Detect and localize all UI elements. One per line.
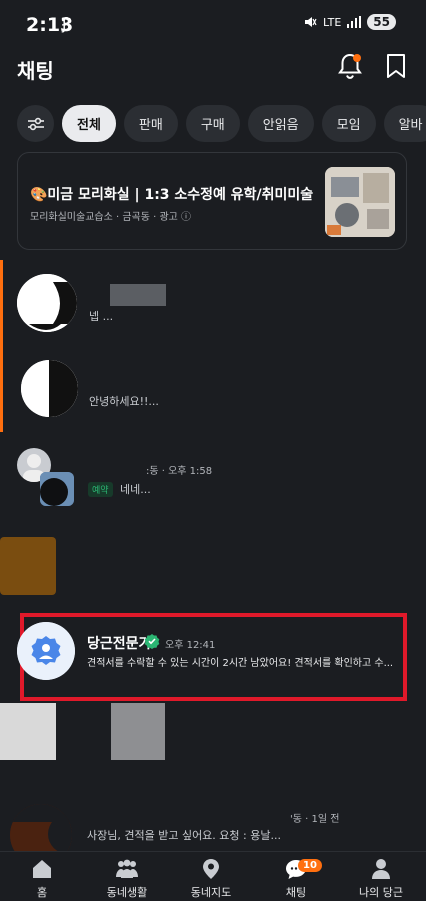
chat-meta: '동 · 1일 전: [290, 814, 340, 825]
chat-message: 견적서를 수락할 수 있는 시간이 2시간 남았어요! 견적서를 확인하고 수.…: [87, 658, 394, 669]
chat-message: 안녕하세요!!...: [89, 395, 159, 408]
signal-icon: [347, 16, 362, 28]
nav-label: 동네지도: [190, 886, 232, 899]
nav-label: 홈: [36, 886, 48, 899]
chip-buy[interactable]: 구매: [185, 105, 240, 142]
mute-icon: [305, 17, 317, 27]
map-pin-icon: [203, 859, 219, 879]
notification-app-icon: ʄ: [62, 14, 68, 33]
chip-all[interactable]: 전체: [62, 105, 116, 142]
ad-title: 🎨미금 모리화실 | 1:3 소수정예 유학/취미미술: [30, 187, 314, 203]
chat-message: 네네...: [120, 483, 151, 496]
bottom-nav: 홈 동네생활 동네지도 10 채팅 나의 당근: [0, 851, 426, 901]
item-thumbnail: [40, 472, 74, 506]
nav-label: 동네생활: [106, 886, 148, 899]
blurred-thumbnail: [0, 537, 56, 595]
chat-row[interactable]: 넵 ...: [0, 262, 426, 342]
filter-chips: 전체 판매 구매 안읽음 모임 알바: [17, 105, 426, 142]
chat-unread-badge: 10: [298, 859, 322, 872]
redacted-name: [110, 284, 166, 306]
chip-sell[interactable]: 판매: [123, 105, 178, 142]
chip-meetup[interactable]: 모임: [321, 105, 376, 142]
bookmark-icon[interactable]: [383, 52, 409, 80]
nav-map[interactable]: 동네지도: [171, 857, 251, 901]
verified-icon: [144, 634, 160, 649]
notification-dot: [353, 54, 361, 62]
chat-row[interactable]: :동 · 오후 1:58 예약 네네...: [0, 445, 426, 511]
home-icon: [33, 860, 51, 878]
page-title: 채팅: [17, 59, 54, 83]
chip-parttime[interactable]: 알바: [383, 105, 426, 142]
chip-unread[interactable]: 안읽음: [247, 105, 314, 142]
sliders-icon: [27, 117, 44, 130]
ad-thumbnail: [325, 167, 395, 237]
blurred-thumbnail: [111, 703, 165, 760]
ad-subtitle: 모리화실미술교습소 · 금곡동 · 광고 ⓘ: [30, 212, 192, 223]
chat-name: 당근전문가: [87, 636, 152, 652]
nav-chat[interactable]: 10 채팅: [256, 857, 336, 901]
status-bar: 2:13 ʄ LTE 55: [0, 0, 426, 48]
chat-message: 넵 ...: [89, 310, 114, 323]
person-icon: [372, 859, 390, 879]
status-icons: LTE 55: [303, 14, 396, 30]
ad-card[interactable]: 🎨미금 모리화실 | 1:3 소수정예 유학/취미미술 모리화실미술교습소 · …: [17, 152, 407, 250]
chat-row[interactable]: '동 · 1일 전 사장님, 견적을 받고 싶어요. 요청 : 용날...: [0, 796, 426, 866]
blurred-thumbnail: [0, 703, 56, 760]
chat-time: 오후 12:41: [165, 640, 216, 651]
filter-settings-button[interactable]: [17, 105, 54, 142]
nav-community[interactable]: 동네생활: [87, 857, 167, 901]
nav-label: 채팅: [285, 886, 307, 899]
avatar: [21, 360, 78, 417]
battery-indicator: 55: [367, 14, 396, 30]
avatar: [17, 622, 75, 680]
nav-label: 나의 당근: [359, 886, 403, 899]
network-label: LTE: [323, 15, 342, 29]
people-icon: [116, 859, 138, 878]
chat-row[interactable]: 안녕하세요!!...: [0, 348, 426, 432]
nav-home[interactable]: 홈: [2, 857, 82, 901]
chat-message: 사장님, 견적을 받고 싶어요. 요청 : 용날...: [87, 829, 281, 842]
reservation-badge: 예약: [88, 482, 113, 497]
avatar: [17, 274, 77, 332]
chat-meta: :동 · 오후 1:58: [146, 466, 213, 477]
nav-my-profile[interactable]: 나의 당근: [341, 857, 421, 901]
